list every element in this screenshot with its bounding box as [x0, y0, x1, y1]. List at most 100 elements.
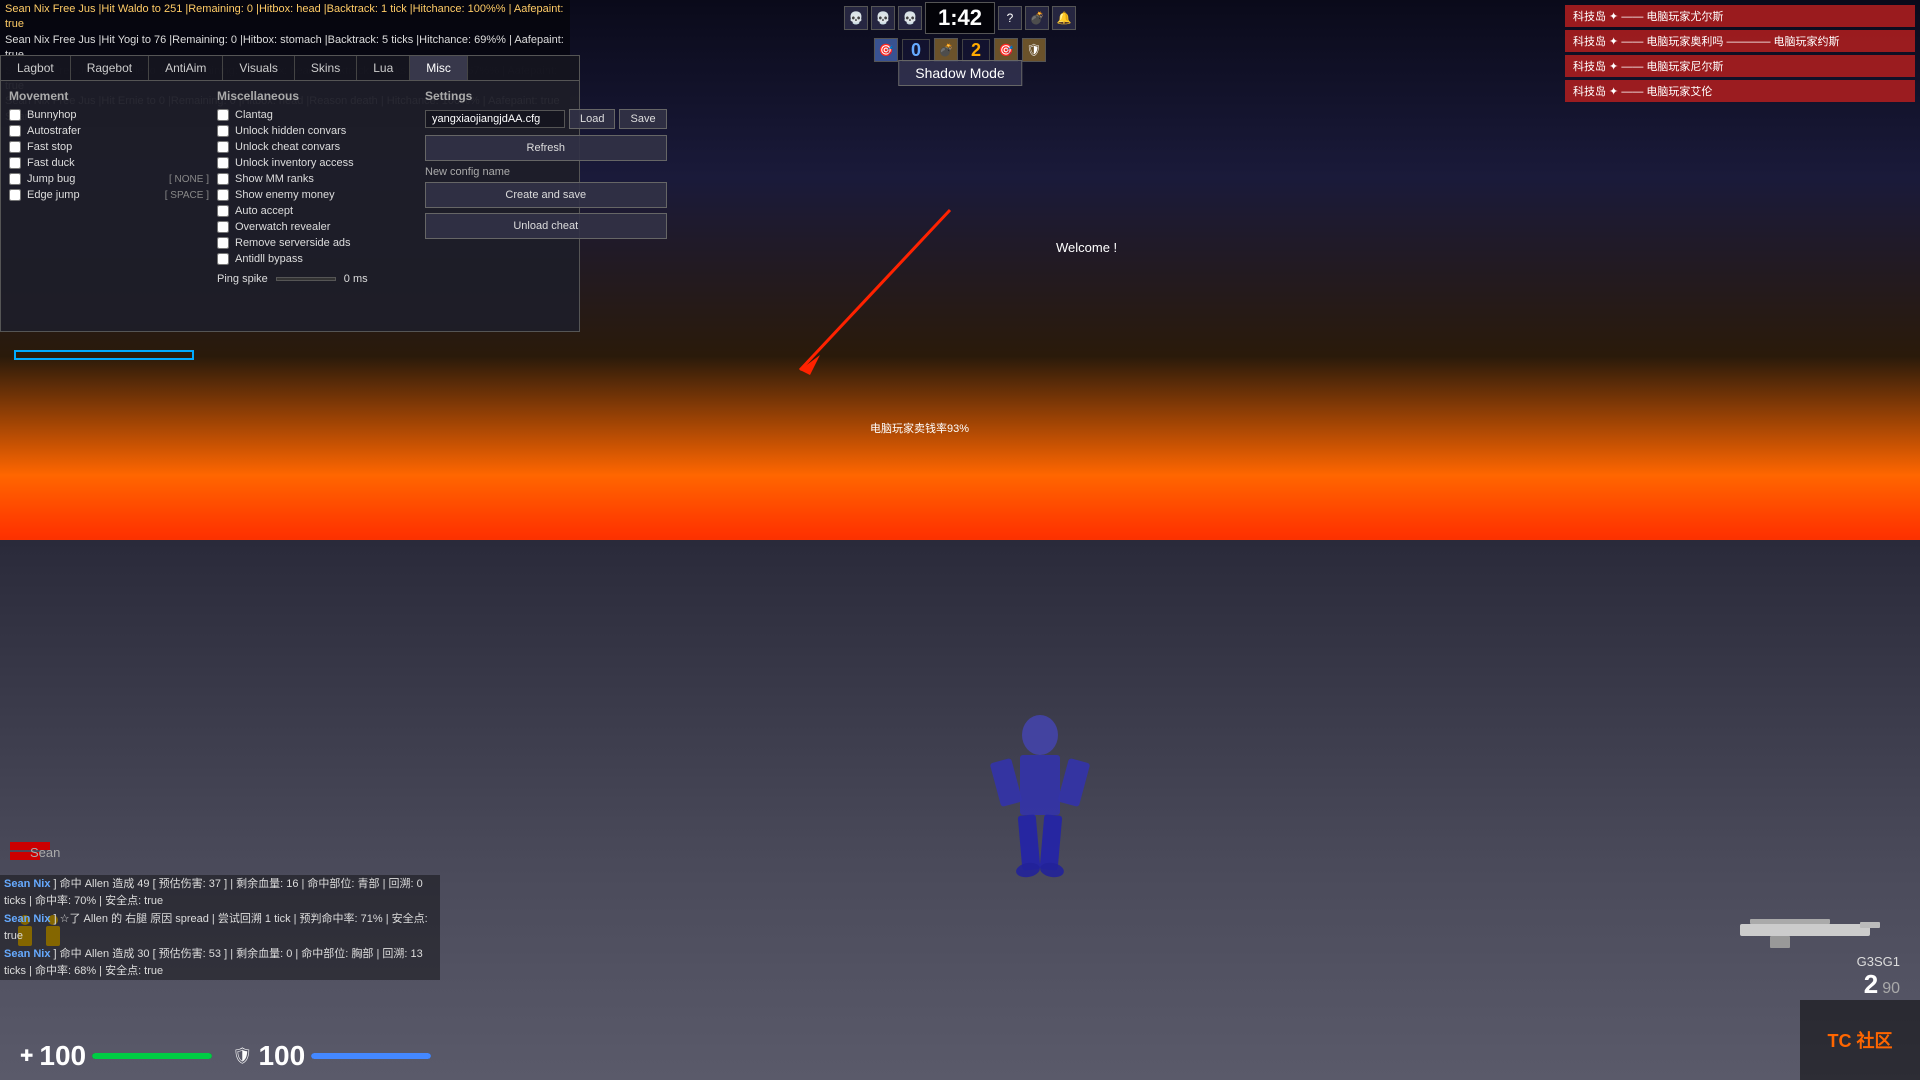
red-arrow	[750, 200, 1050, 400]
unlock-inventory-item[interactable]: Unlock inventory access	[217, 157, 417, 169]
enemy-money-label: 电脑玩家卖钱率93%	[870, 420, 969, 436]
info-icon: 🔔	[1052, 6, 1076, 30]
player-character	[940, 695, 1140, 950]
timer-area: 💀 💀 💀 1:42 ? 💣 🔔 🎯 0 💣 2 🎯 🛡	[844, 2, 1076, 62]
health-armor-row: ✚ 100 🛡 100	[20, 1040, 431, 1072]
overwatch-revealer-label: Overwatch revealer	[235, 221, 330, 233]
edge-jump-checkbox[interactable]	[9, 189, 21, 201]
fast-stop-item[interactable]: Fast stop	[9, 141, 209, 153]
autostrafer-label: Autostrafer	[27, 125, 81, 137]
tab-antiaim[interactable]: AntiAim	[149, 56, 223, 80]
tab-ragebot[interactable]: Ragebot	[71, 56, 149, 80]
settings-column: Settings Load Save Refresh New config na…	[425, 89, 667, 323]
menu-body: Movement Bunnyhop Autostrafer Fast stop …	[1, 81, 579, 331]
chat-log: Sean Nix ] 命中 Allen 造成 49 [ 预估伤害: 37 ] |…	[0, 875, 440, 980]
menu-tabs: Lagbot Ragebot AntiAim Visuals Skins Lua…	[1, 56, 579, 81]
bomb-icon: 💣	[1025, 6, 1049, 30]
movement-column: Movement Bunnyhop Autostrafer Fast stop …	[9, 89, 209, 323]
bunnyhop-item[interactable]: Bunnyhop	[9, 109, 209, 121]
create-save-button[interactable]: Create and save	[425, 182, 667, 208]
fast-duck-item[interactable]: Fast duck	[9, 157, 209, 169]
antidll-bypass-checkbox[interactable]	[217, 253, 229, 265]
config-input[interactable]	[425, 110, 565, 128]
chat-text-0: ] 命中 Allen 造成 49 [ 预估伤害: 37 ] | 剩余血量: 16…	[4, 878, 423, 907]
show-enemy-money-item[interactable]: Show enemy money	[217, 189, 417, 201]
chat-line-0: Sean Nix ] 命中 Allen 造成 49 [ 预估伤害: 37 ] |…	[0, 875, 440, 910]
refresh-button[interactable]: Refresh	[425, 135, 667, 161]
jump-bug-checkbox[interactable]	[9, 173, 21, 185]
team-entry-2: 科技岛 ✦ —— 电脑玩家尼尔斯	[1565, 55, 1915, 77]
health-block: ✚ 100	[20, 1040, 212, 1072]
unload-cheat-button[interactable]: Unload cheat	[425, 213, 667, 239]
edge-jump-item[interactable]: Edge jump [ SPACE ]	[9, 189, 209, 201]
autostrafer-item[interactable]: Autostrafer	[9, 125, 209, 137]
cheat-menu-panel: Lagbot Ragebot AntiAim Visuals Skins Lua…	[0, 55, 580, 332]
clantag-label: Clantag	[235, 109, 273, 121]
remove-serverside-ads-item[interactable]: Remove serverside ads	[217, 237, 417, 249]
load-button[interactable]: Load	[569, 109, 615, 129]
skull-icon: 💀	[844, 6, 868, 30]
weapon-display: G3SG1 2 90	[1720, 904, 1900, 1000]
armor-value: 100	[258, 1040, 305, 1072]
target-icon: 🎯	[994, 38, 1018, 62]
remove-serverside-ads-label: Remove serverside ads	[235, 237, 351, 249]
unlock-hidden-convars-item[interactable]: Unlock hidden convars	[217, 125, 417, 137]
weapon-reserve: 90	[1882, 980, 1900, 998]
tab-visuals[interactable]: Visuals	[223, 56, 294, 80]
unlock-cheat-convars-checkbox[interactable]	[217, 141, 229, 153]
edge-jump-keybind: [ SPACE ]	[165, 190, 209, 201]
unlock-cheat-convars-label: Unlock cheat convars	[235, 141, 340, 153]
tab-misc[interactable]: Misc	[410, 56, 468, 80]
ct-score: 0	[902, 39, 930, 62]
autostrafer-checkbox[interactable]	[9, 125, 21, 137]
overwatch-revealer-checkbox[interactable]	[217, 221, 229, 233]
unlock-hidden-convars-checkbox[interactable]	[217, 125, 229, 137]
ping-value: 0 ms	[344, 273, 368, 285]
ping-bar	[276, 277, 336, 281]
team-entry-0: 科技岛 ✦ —— 电脑玩家尤尔斯	[1565, 5, 1915, 27]
killfeed-line: Sean Nix Free Jus |Hit Waldo to 251 |Rem…	[5, 2, 565, 33]
health-box-indicator	[14, 350, 214, 360]
auto-accept-item[interactable]: Auto accept	[217, 205, 417, 217]
chat-text-1: ] ☆了 Allen 的 右腿 原因 spread | 尝试回溯 1 tick …	[4, 913, 428, 942]
jump-bug-item[interactable]: Jump bug [ NONE ]	[9, 173, 209, 185]
armor-bar	[311, 1053, 431, 1059]
show-enemy-money-checkbox[interactable]	[217, 189, 229, 201]
settings-header: Settings	[425, 89, 667, 103]
auto-accept-checkbox[interactable]	[217, 205, 229, 217]
skull-icon3: 💀	[898, 6, 922, 30]
bunnyhop-checkbox[interactable]	[9, 109, 21, 121]
misc-header: Miscellaneous	[217, 89, 417, 103]
ping-spike-label: Ping spike	[217, 273, 268, 285]
shield-icon: 🛡	[1022, 38, 1046, 62]
config-input-row: Load Save	[425, 109, 667, 129]
weapon-name: G3SG1	[1720, 954, 1900, 969]
show-enemy-money-label: Show enemy money	[235, 189, 335, 201]
tab-skins[interactable]: Skins	[295, 56, 357, 80]
tc-logo-text: TC 社区	[1828, 1027, 1893, 1053]
chat-line-1: Sean Nix ] ☆了 Allen 的 右腿 原因 spread | 尝试回…	[0, 910, 440, 945]
clantag-item[interactable]: Clantag	[217, 109, 417, 121]
overwatch-revealer-item[interactable]: Overwatch revealer	[217, 221, 417, 233]
show-mm-ranks-checkbox[interactable]	[217, 173, 229, 185]
movement-header: Movement	[9, 89, 209, 103]
skull-icon2: 💀	[871, 6, 895, 30]
jump-bug-label: Jump bug	[27, 173, 75, 185]
fast-stop-checkbox[interactable]	[9, 141, 21, 153]
show-mm-ranks-item[interactable]: Show MM ranks	[217, 173, 417, 185]
new-config-label: New config name	[425, 166, 667, 178]
fast-duck-checkbox[interactable]	[9, 157, 21, 169]
fast-stop-label: Fast stop	[27, 141, 72, 153]
bottom-hud: ✚ 100 🛡 100	[0, 980, 1920, 1080]
armor-bar-fill	[311, 1053, 431, 1059]
tc-logo: TC 社区	[1800, 1000, 1920, 1080]
unlock-cheat-convars-item[interactable]: Unlock cheat convars	[217, 141, 417, 153]
save-button[interactable]: Save	[619, 109, 666, 129]
chat-name-1: Sean Nix	[4, 913, 50, 925]
tab-lua[interactable]: Lua	[357, 56, 410, 80]
remove-serverside-ads-checkbox[interactable]	[217, 237, 229, 249]
antidll-bypass-item[interactable]: Antidll bypass	[217, 253, 417, 265]
tab-lagbot[interactable]: Lagbot	[1, 56, 71, 80]
unlock-inventory-checkbox[interactable]	[217, 157, 229, 169]
clantag-checkbox[interactable]	[217, 109, 229, 121]
